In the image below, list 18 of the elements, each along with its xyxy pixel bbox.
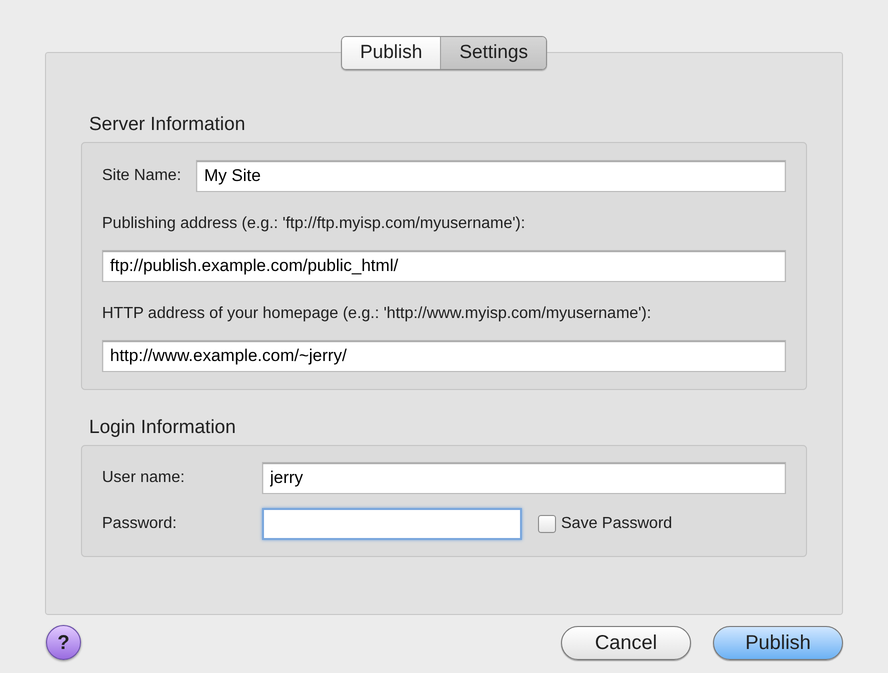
- password-field[interactable]: [262, 508, 522, 540]
- http-address-field[interactable]: http://www.example.com/~jerry/: [102, 340, 786, 372]
- field-label: Publishing address (e.g.: 'ftp://ftp.myisp.com/myusername'):: [102, 214, 526, 234]
- field-label: User name:: [102, 468, 186, 488]
- tab[interactable]: Publish: [342, 37, 440, 69]
- checkbox[interactable]: [538, 515, 556, 533]
- site-name-field[interactable]: My Site: [196, 160, 786, 192]
- field-label: Site Name:: [102, 166, 182, 186]
- button[interactable]: Cancel: [561, 626, 691, 660]
- tab[interactable]: Settings: [440, 37, 546, 69]
- section-title: Login Information: [89, 416, 237, 440]
- checkbox-label: Save Password: [561, 514, 672, 534]
- field-label: Password:: [102, 514, 178, 534]
- publishing-address-field[interactable]: ftp://publish.example.com/public_html/: [102, 250, 786, 282]
- field-label: HTTP address of your homepage (e.g.: 'http://www.myisp.com/myusername'):: [102, 304, 652, 324]
- help-button[interactable]: ?: [46, 625, 81, 660]
- default-button[interactable]: Publish: [713, 626, 843, 660]
- section-title: Server Information: [89, 113, 246, 137]
